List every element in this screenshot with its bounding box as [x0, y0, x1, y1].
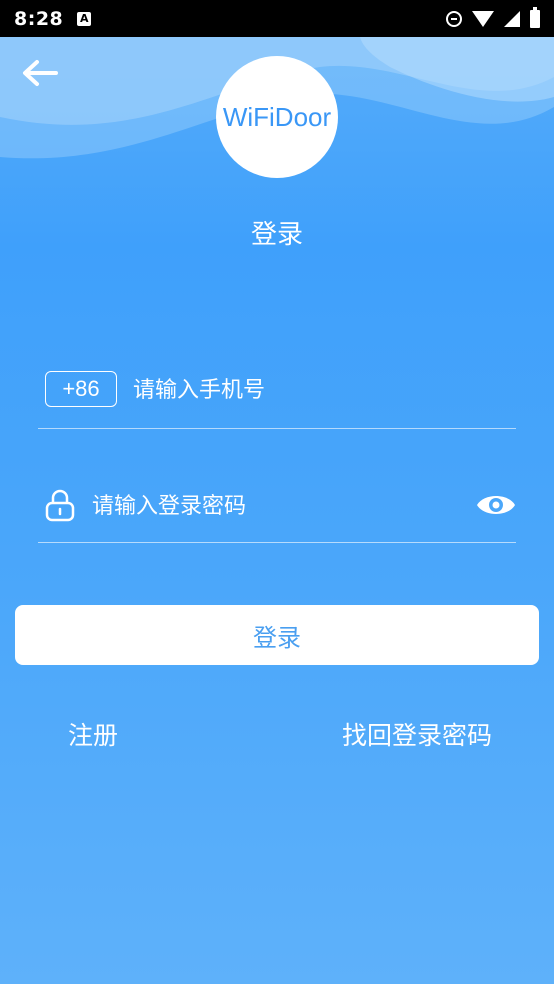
page-title: 登录: [250, 220, 303, 250]
logo-text: WiFiDoor: [222, 101, 332, 132]
battery-icon: [530, 6, 540, 28]
eye-icon[interactable]: [476, 491, 516, 519]
password-row: [38, 474, 516, 543]
status-time: 8:28: [14, 7, 64, 30]
dnd-icon: [446, 10, 462, 27]
a-icon: A: [77, 11, 92, 26]
login-button[interactable]: 登录: [15, 605, 539, 665]
back-button[interactable]: [20, 56, 60, 90]
status-left: 8:28 A: [14, 7, 92, 30]
phone-input[interactable]: [133, 371, 503, 409]
status-bar: 8:28 A: [0, 0, 554, 37]
lock-icon: [45, 489, 75, 522]
status-right: [446, 6, 540, 28]
back-arrow-icon: [23, 60, 58, 86]
phone-row: +86: [38, 360, 516, 429]
country-code-button[interactable]: +86: [45, 371, 117, 407]
password-input[interactable]: [92, 487, 452, 525]
app-logo: WiFiDoor: [216, 56, 338, 178]
register-link[interactable]: 注册: [68, 716, 118, 752]
wifi-icon: [472, 10, 494, 27]
signal-icon: [504, 10, 520, 27]
forgot-password-link[interactable]: 找回登录密码: [342, 716, 492, 752]
